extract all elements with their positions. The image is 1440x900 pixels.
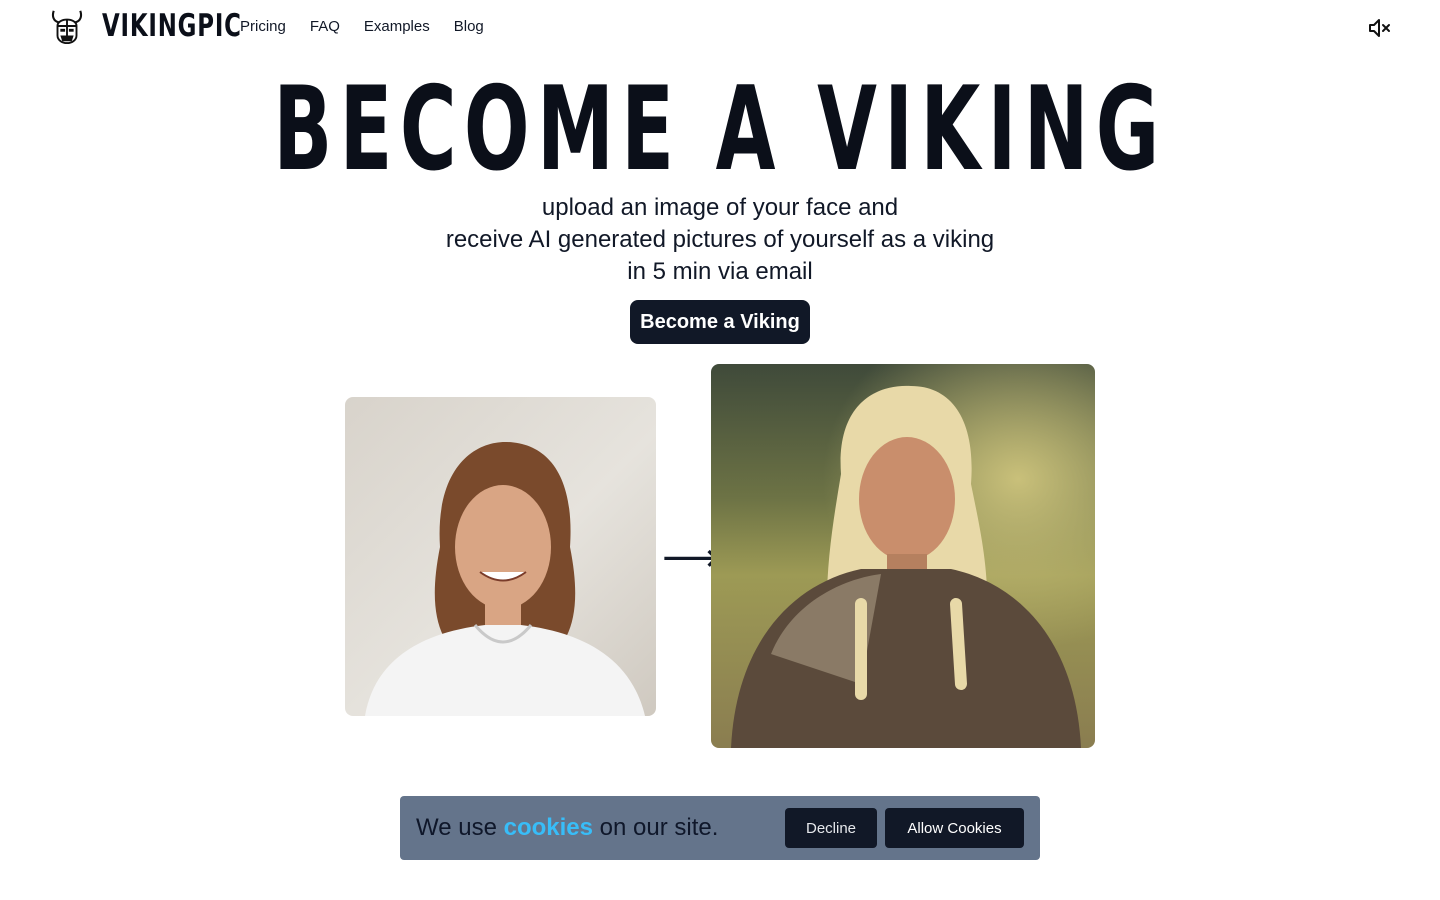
- portrait-illustration: [365, 442, 645, 716]
- mute-toggle-button[interactable]: [1368, 17, 1392, 39]
- nav-faq-link[interactable]: FAQ: [310, 18, 340, 35]
- nav-blog-link[interactable]: Blog: [454, 18, 484, 35]
- nav-examples-link[interactable]: Examples: [364, 18, 430, 35]
- brand-name: VIKINGPIC: [102, 8, 242, 44]
- subtitle-line-3: in 5 min via email: [627, 258, 813, 285]
- allow-cookies-button[interactable]: Allow Cookies: [885, 808, 1024, 848]
- cookie-text-before: We use: [416, 814, 504, 841]
- cookies-link[interactable]: cookies: [504, 814, 593, 841]
- cookie-text-after: on our site.: [593, 814, 719, 841]
- main-menu: Pricing FAQ Examples Blog: [240, 18, 484, 35]
- after-viking-photo: [711, 364, 1095, 748]
- before-photo: [345, 397, 656, 716]
- top-navbar: VIKINGPIC Pricing FAQ Examples Blog: [0, 0, 1440, 56]
- cookie-message: We use cookies on our site.: [416, 812, 718, 844]
- viking-illustration: [731, 385, 1081, 748]
- viking-helmet-icon: [51, 10, 83, 45]
- decline-cookies-button[interactable]: Decline: [785, 808, 877, 848]
- subtitle-line-1: upload an image of your face and: [541, 194, 899, 221]
- transform-arrow: ⟶: [662, 536, 720, 580]
- become-viking-button[interactable]: Become a Viking: [630, 300, 810, 344]
- cookie-banner: We use cookies on our site. Decline Allo…: [400, 796, 1040, 860]
- hero-subtitle: upload an image of your face and receive…: [0, 192, 1440, 288]
- speaker-muted-icon: [1369, 19, 1390, 37]
- subtitle-line-2: receive AI generated pictures of yoursel…: [445, 226, 995, 253]
- brand-logo[interactable]: VIKINGPIC: [48, 6, 272, 46]
- nav-pricing-link[interactable]: Pricing: [240, 18, 286, 35]
- hero-title: BECOME A VIKING: [273, 62, 1167, 197]
